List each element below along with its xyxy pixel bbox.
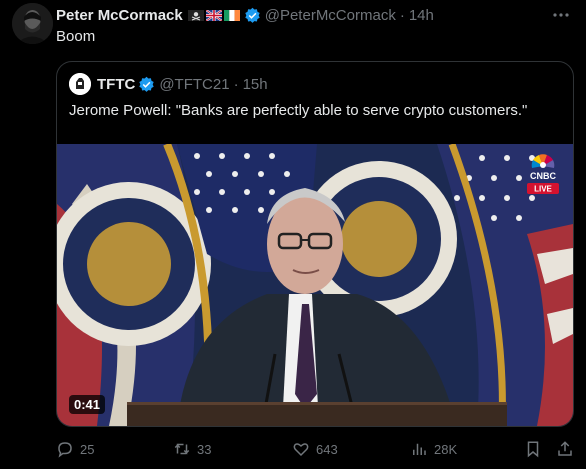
reply-count: 25 (80, 441, 95, 457)
share-button[interactable] (556, 440, 580, 458)
cnbc-network-label: CNBC (530, 171, 556, 181)
quoted-tweet[interactable]: TFTC @TFTC21 · 15h Jerome Powell: "Banks… (56, 61, 574, 427)
video-player[interactable]: CNBC LIVE 0:41 (57, 144, 573, 426)
verified-badge-icon (139, 76, 155, 92)
views-count: 28K (434, 441, 458, 457)
tweet-text: Boom (56, 28, 96, 45)
author-name[interactable]: Peter McCormack (56, 7, 183, 24)
flag-icons (187, 9, 240, 21)
action-bar: 25 33 643 28K (56, 440, 576, 460)
tweet-header: Peter McCormack @PeterMcCormack · 14h (56, 5, 434, 25)
cnbc-logo-icon: CNBC LIVE (527, 154, 559, 194)
author-handle[interactable]: @PeterMcCormack (265, 7, 396, 24)
reply-button[interactable]: 25 (56, 440, 94, 458)
separator-dot: · (233, 75, 239, 93)
repost-button[interactable]: 33 (173, 440, 211, 458)
like-button[interactable]: 643 (292, 440, 338, 458)
separator-dot: · (399, 6, 405, 24)
uk-flag-icon (205, 9, 222, 21)
heart-icon (293, 443, 309, 457)
like-count: 643 (316, 441, 338, 457)
author-avatar[interactable] (12, 3, 53, 44)
verified-badge-icon (245, 7, 260, 23)
quoted-avatar (69, 73, 91, 95)
video-duration: 0:41 (69, 395, 106, 414)
share-icon (558, 441, 572, 456)
skull-crossbones-flag-icon (187, 9, 204, 21)
quoted-tweet-time: 15h (242, 75, 268, 93)
repost-icon (174, 443, 190, 455)
more-dots-icon (553, 13, 569, 17)
more-options-button[interactable] (552, 6, 570, 29)
quoted-tweet-text: Jerome Powell: "Banks are perfectly able… (69, 102, 528, 119)
video-frame-image (57, 144, 573, 426)
quoted-tweet-header: TFTC @TFTC21 · 15h (69, 73, 268, 95)
bookmark-button[interactable] (524, 440, 548, 458)
ireland-flag-icon (223, 9, 240, 21)
quoted-author-handle: @TFTC21 (159, 75, 230, 93)
live-label: LIVE (534, 185, 552, 194)
views-chart-icon (413, 443, 426, 455)
bookmark-icon (527, 441, 539, 458)
repost-count: 33 (197, 441, 212, 457)
reply-icon (58, 442, 72, 458)
tweet-time[interactable]: 14h (409, 7, 434, 24)
quoted-author-name: TFTC (97, 75, 136, 93)
views-button[interactable]: 28K (410, 440, 457, 458)
